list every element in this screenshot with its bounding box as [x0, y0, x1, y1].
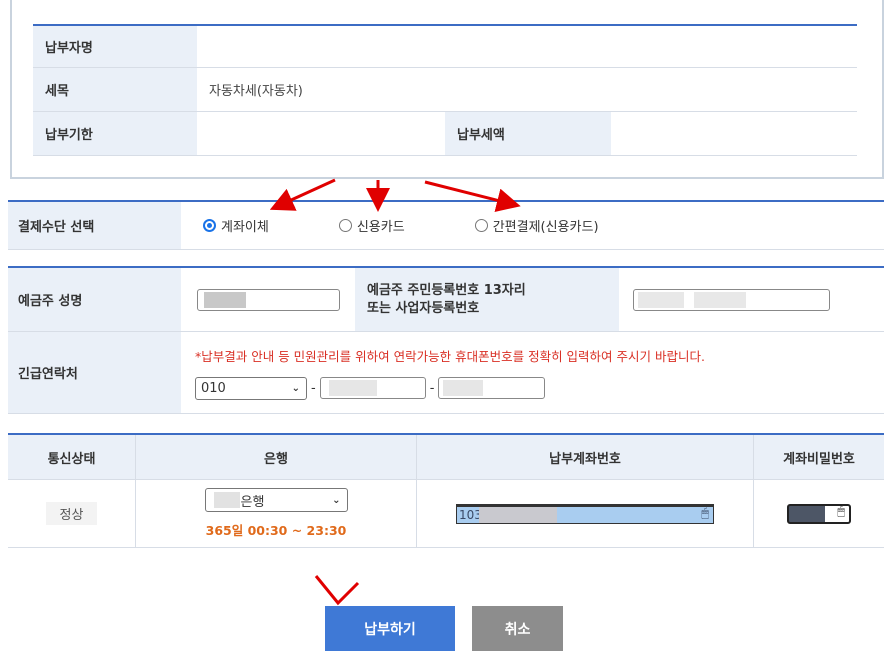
due-amount-row: 납부기한 납부세액 — [33, 112, 857, 156]
mouse-icon: 🖱 — [837, 503, 845, 519]
phone-middle-input[interactable] — [319, 377, 426, 399]
redaction-mask — [479, 506, 557, 523]
radio-credit-card[interactable]: 신용카드 — [338, 216, 405, 235]
depositor-name-input[interactable] — [197, 288, 340, 311]
phone-separator: - — [311, 380, 316, 396]
radio-bank-transfer-label: 계좌이체 — [221, 220, 269, 235]
radio-unchecked-icon[interactable] — [338, 219, 352, 232]
depositor-name-label: 예금주 성명 — [8, 268, 181, 331]
contact-cell: *납부결과 안내 등 민원관리를 위하여 연락가능한 휴대폰번호를 정확히 입력… — [181, 332, 884, 413]
phone-prefix-select[interactable]: 010 ⌄ — [195, 376, 307, 400]
depositor-name-row: 예금주 성명 예금주 주민등록번호 13자리 또는 사업자등록번호 — [8, 268, 884, 332]
chevron-down-icon: ⌄ — [332, 494, 341, 506]
bank-select-value: 은행 — [240, 494, 265, 510]
payment-method-options: 계좌이체 신용카드 간편결제(신용카드) — [181, 202, 884, 249]
payment-method-label: 결제수단 선택 — [8, 202, 181, 249]
checkmark-icon — [314, 575, 360, 606]
tax-item-value: 자동차세(자동차) — [197, 68, 857, 111]
bank-table-row: 정상 은행 ⌄ 365일 00:30 ~ 23:30 103 🖱 🖱 — [8, 480, 884, 548]
depositor-id-label: 예금주 주민등록번호 13자리 또는 사업자등록번호 — [355, 268, 619, 331]
bank-table: 통신상태 은행 납부계좌번호 계좌비밀번호 정상 은행 ⌄ 365일 00:30… — [8, 433, 884, 548]
phone-separator: - — [429, 380, 435, 396]
radio-simple-pay-label: 간편결제(신용카드) — [492, 220, 599, 235]
bank-table-header: 통신상태 은행 납부계좌번호 계좌비밀번호 — [8, 435, 884, 480]
bank-hours: 365일 00:30 ~ 23:30 — [205, 523, 347, 538]
redaction-mask — [638, 291, 684, 308]
status-value: 정상 — [45, 502, 98, 525]
bank-select[interactable]: 은행 ⌄ — [204, 488, 348, 512]
phone-inputs: 010 ⌄ - - — [195, 376, 546, 400]
tax-item-label: 세목 — [33, 68, 197, 111]
payer-name-value — [197, 26, 857, 67]
due-date-value — [197, 112, 445, 155]
contact-notice: *납부결과 안내 등 민원관리를 위하여 연락가능한 휴대폰번호를 정확히 입력… — [195, 348, 705, 364]
depositor-id-cell — [619, 268, 884, 331]
radio-unchecked-icon[interactable] — [474, 219, 488, 232]
redaction-mask — [213, 492, 240, 508]
radio-bank-transfer[interactable]: 계좌이체 — [203, 216, 269, 235]
cancel-button[interactable]: 취소 — [472, 606, 563, 651]
status-cell: 정상 — [8, 480, 136, 547]
mouse-icon: 🖱 — [701, 505, 709, 521]
col-status: 통신상태 — [8, 435, 136, 479]
col-account-password: 계좌비밀번호 — [783, 451, 855, 467]
bank-cell: 은행 ⌄ 365일 00:30 ~ 23:30 — [136, 480, 417, 547]
depositor-id-label-line2: 또는 사업자등록번호 — [367, 300, 480, 316]
account-password-input[interactable]: 🖱 — [787, 503, 851, 524]
col-bank: 은행 — [136, 435, 417, 479]
col-account-number: 납부계좌번호 — [417, 435, 754, 479]
password-cell: 🖱 — [754, 480, 884, 547]
phone-prefix-value: 010 — [201, 380, 226, 396]
redaction-mask — [443, 380, 484, 396]
due-date-label: 납부기한 — [33, 112, 197, 155]
payment-method-row: 결제수단 선택 계좌이체 신용카드 간편결제(신용카드) — [8, 200, 884, 250]
depositor-name-cell — [181, 268, 355, 331]
radio-checked-icon[interactable] — [203, 219, 216, 232]
account-number-input[interactable]: 103 🖱 — [456, 503, 714, 524]
amount-label: 납부세액 — [445, 112, 611, 155]
tax-item-row: 세목 자동차세(자동차) — [33, 68, 857, 112]
pay-button[interactable]: 납부하기 — [325, 606, 455, 651]
amount-value — [611, 112, 857, 155]
contact-label: 긴급연락처 — [8, 332, 181, 413]
account-cell: 103 🖱 — [417, 480, 754, 547]
payment-info-table: 납부자명 세목 자동차세(자동차) 납부기한 납부세액 — [33, 24, 857, 156]
contact-row: 긴급연락처 *납부결과 안내 등 민원관리를 위하여 연락가능한 휴대폰번호를 … — [8, 332, 884, 414]
redaction-mask — [204, 291, 246, 308]
depositor-id-label-line1: 예금주 주민등록번호 13자리 — [367, 282, 526, 298]
depositor-section: 예금주 성명 예금주 주민등록번호 13자리 또는 사업자등록번호 긴급연락처 … — [8, 266, 884, 414]
chevron-down-icon: ⌄ — [291, 382, 300, 394]
payer-name-label: 납부자명 — [33, 26, 197, 67]
payer-name-row: 납부자명 — [33, 26, 857, 68]
radio-credit-card-label: 신용카드 — [356, 220, 405, 235]
depositor-id-input[interactable] — [633, 288, 830, 311]
redaction-mask — [694, 291, 746, 308]
redaction-mask — [328, 380, 377, 396]
phone-last-input[interactable] — [438, 377, 546, 399]
radio-simple-pay[interactable]: 간편결제(신용카드) — [474, 216, 599, 235]
